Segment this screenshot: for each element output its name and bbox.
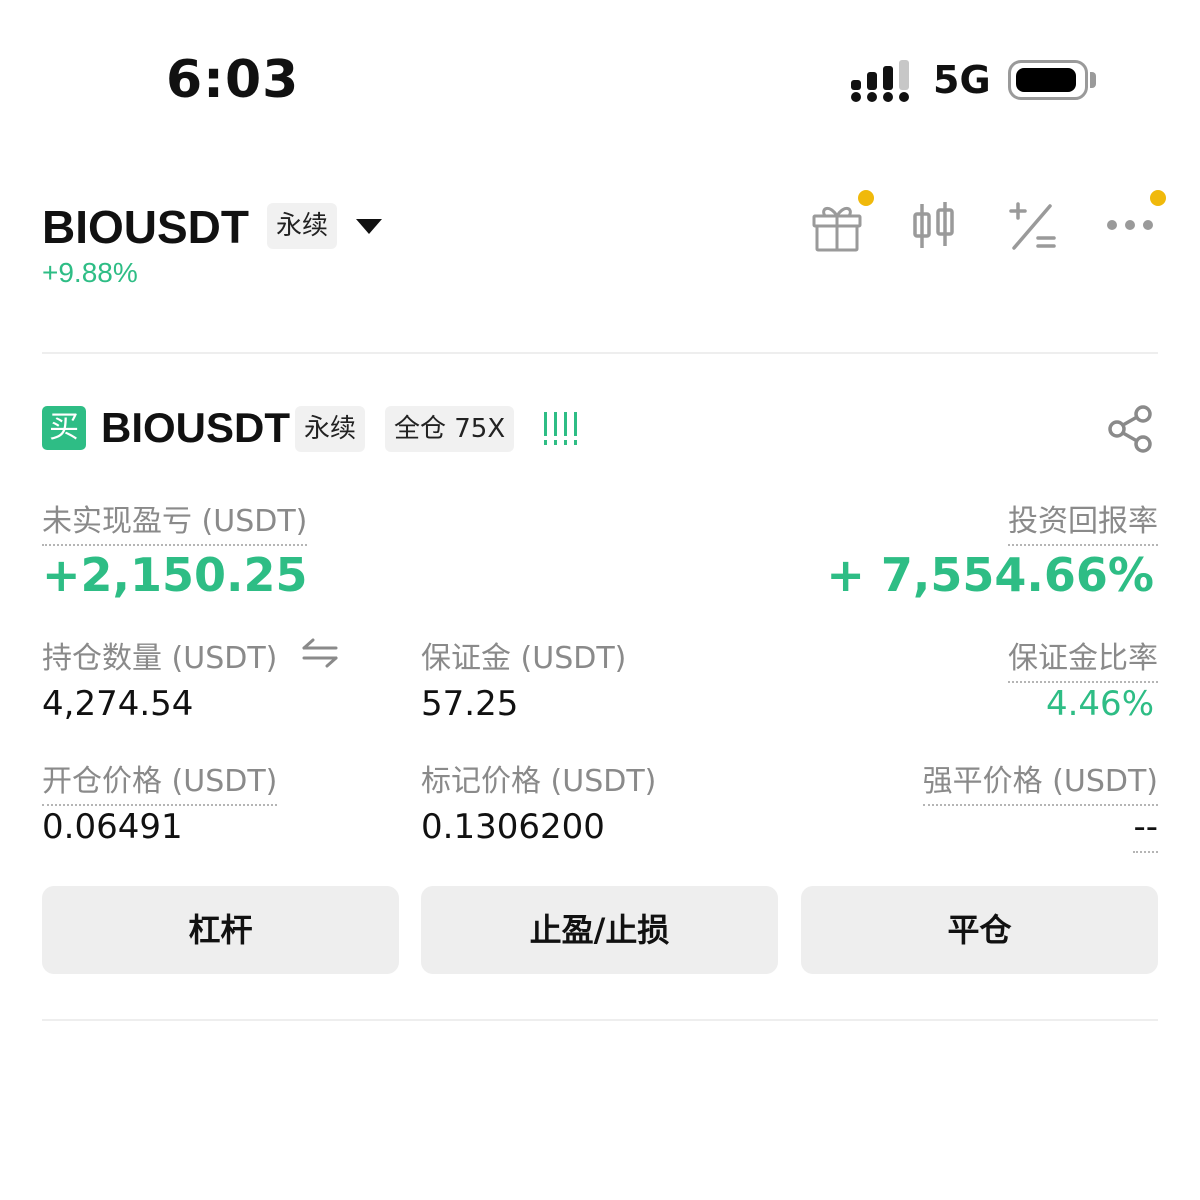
tp-sl-button[interactable]: 止盈/止损 [421,886,778,974]
share-icon[interactable] [1106,404,1156,454]
plus-minus-icon[interactable] [1006,200,1062,256]
more-notification-dot [1150,190,1166,206]
candlestick-icon[interactable] [906,198,962,254]
header-divider [42,352,1158,354]
swap-icon[interactable] [302,638,338,668]
battery-icon [1008,60,1088,100]
position-contract-tag: 永续 [295,406,366,452]
gift-icon[interactable] [810,200,866,256]
contract-type-tag: 永续 [267,203,338,249]
more-icon[interactable] [1106,218,1154,232]
card-divider [42,1019,1158,1021]
leverage-button[interactable]: 杠杆 [42,886,399,974]
position-size-value: 4,274.54 [42,684,194,724]
network-type: 5G [933,58,991,102]
roi-label[interactable]: 投资回报率 [1008,496,1158,546]
signal-icon [851,60,909,102]
margin-ratio-value: 4.46% [1045,684,1154,724]
entry-price-value: 0.06491 [42,807,183,847]
battery-tip [1090,72,1096,88]
liquidation-price-label[interactable]: 强平价格 (USDT) [922,756,1158,806]
unrealized-pnl-value: +2,150.25 [42,548,308,602]
mark-price-value: 0.1306200 [421,807,605,847]
margin-value: 57.25 [421,684,519,724]
margin-mode-tag[interactable]: 全仓 75X [385,406,515,452]
margin-ratio-label[interactable]: 保证金比率 [1008,633,1158,683]
adl-indicator-icon [544,412,577,445]
side-badge: 买 [42,406,86,450]
dropdown-caret-icon[interactable] [356,219,382,234]
header-symbol[interactable]: BIOUSDT [42,200,249,254]
position-size-label: 持仓数量 (USDT) [42,641,278,676]
price-change: +9.88% [42,257,138,288]
liquidation-price-value[interactable]: -- [1133,807,1158,853]
gift-notification-dot [858,190,874,206]
entry-price-label[interactable]: 开仓价格 (USDT) [42,756,278,806]
margin-label: 保证金 (USDT) [421,641,627,676]
position-symbol[interactable]: BIOUSDT [101,404,290,452]
mark-price-label: 标记价格 (USDT) [421,764,657,799]
close-position-button[interactable]: 平仓 [801,886,1158,974]
roi-value: + 7,554.66% [826,548,1154,602]
unrealized-pnl-label[interactable]: 未实现盈亏 (USDT) [42,496,308,546]
status-time: 6:03 [166,50,300,110]
